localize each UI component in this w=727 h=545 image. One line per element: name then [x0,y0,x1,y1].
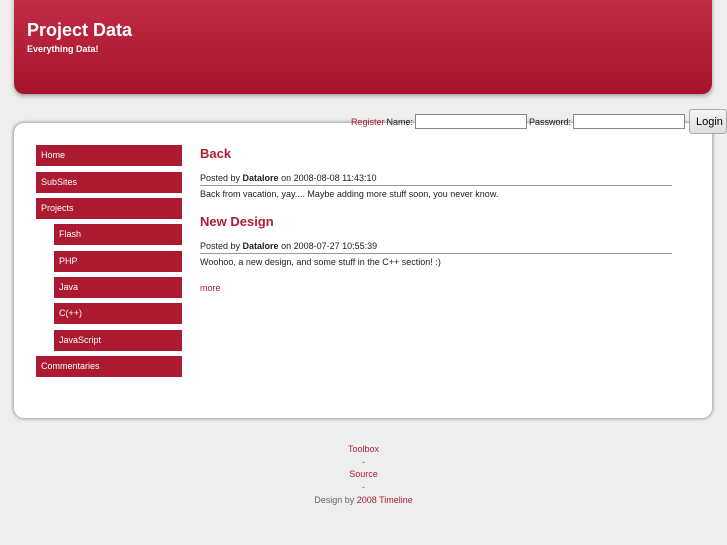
password-label: Password: [528,116,571,127]
login-button[interactable]: Login [689,109,727,134]
post-date: on 2008-07-27 10:55:39 [281,241,378,251]
password-input[interactable] [573,114,685,129]
post-meta: Posted by Datalore on 2008-07-27 10:55:3… [200,241,672,254]
posted-by: Posted by [200,241,241,251]
nav-commentaries[interactable]: Commentaries [36,356,182,377]
nav-home[interactable]: Home [36,145,182,166]
design-by-label: Design by [314,494,355,505]
nav-php[interactable]: PHP [54,251,182,272]
site-title: Project Data [27,20,133,40]
site-header: Project Data Everything Data! [14,0,712,94]
name-input[interactable] [414,114,527,129]
post-body: Woohoo, a new design, and some stuff in … [200,257,441,267]
separator: - [362,456,365,467]
nav-subsites[interactable]: SubSites [36,172,182,193]
designer-link[interactable]: 2008 Timeline [357,495,413,505]
nav-flash[interactable]: Flash [54,224,182,245]
post-author: Datalore [242,173,279,183]
separator: - [362,482,365,493]
more-link[interactable]: more [200,283,221,293]
source-link[interactable]: Source [349,469,378,479]
post-date: on 2008-08-08 11:43:10 [281,173,377,183]
nav-java[interactable]: Java [54,277,182,298]
site-subtitle: Everything Data! [27,44,99,54]
posted-by: Posted by [200,173,241,183]
footer: Toolbox - Source - Design by 2008 Timeli… [0,443,727,507]
login-form: Register Name: Password: Login [351,109,727,134]
register-link[interactable]: Register [351,117,385,127]
nav-cpp[interactable]: C(++) [54,303,182,324]
post-title[interactable]: Back [200,146,231,161]
post-meta: Posted by Datalore on 2008-08-08 11:43:1… [200,173,672,186]
nav-projects[interactable]: Projects [36,198,182,219]
post-body: Back from vacation, yay.... Maybe adding… [200,189,499,199]
post-title[interactable]: New Design [200,214,274,229]
name-label: Name: [386,116,413,127]
nav-javascript[interactable]: JavaScript [54,330,182,351]
toolbox-link[interactable]: Toolbox [348,444,379,454]
post-author: Datalore [242,241,279,251]
